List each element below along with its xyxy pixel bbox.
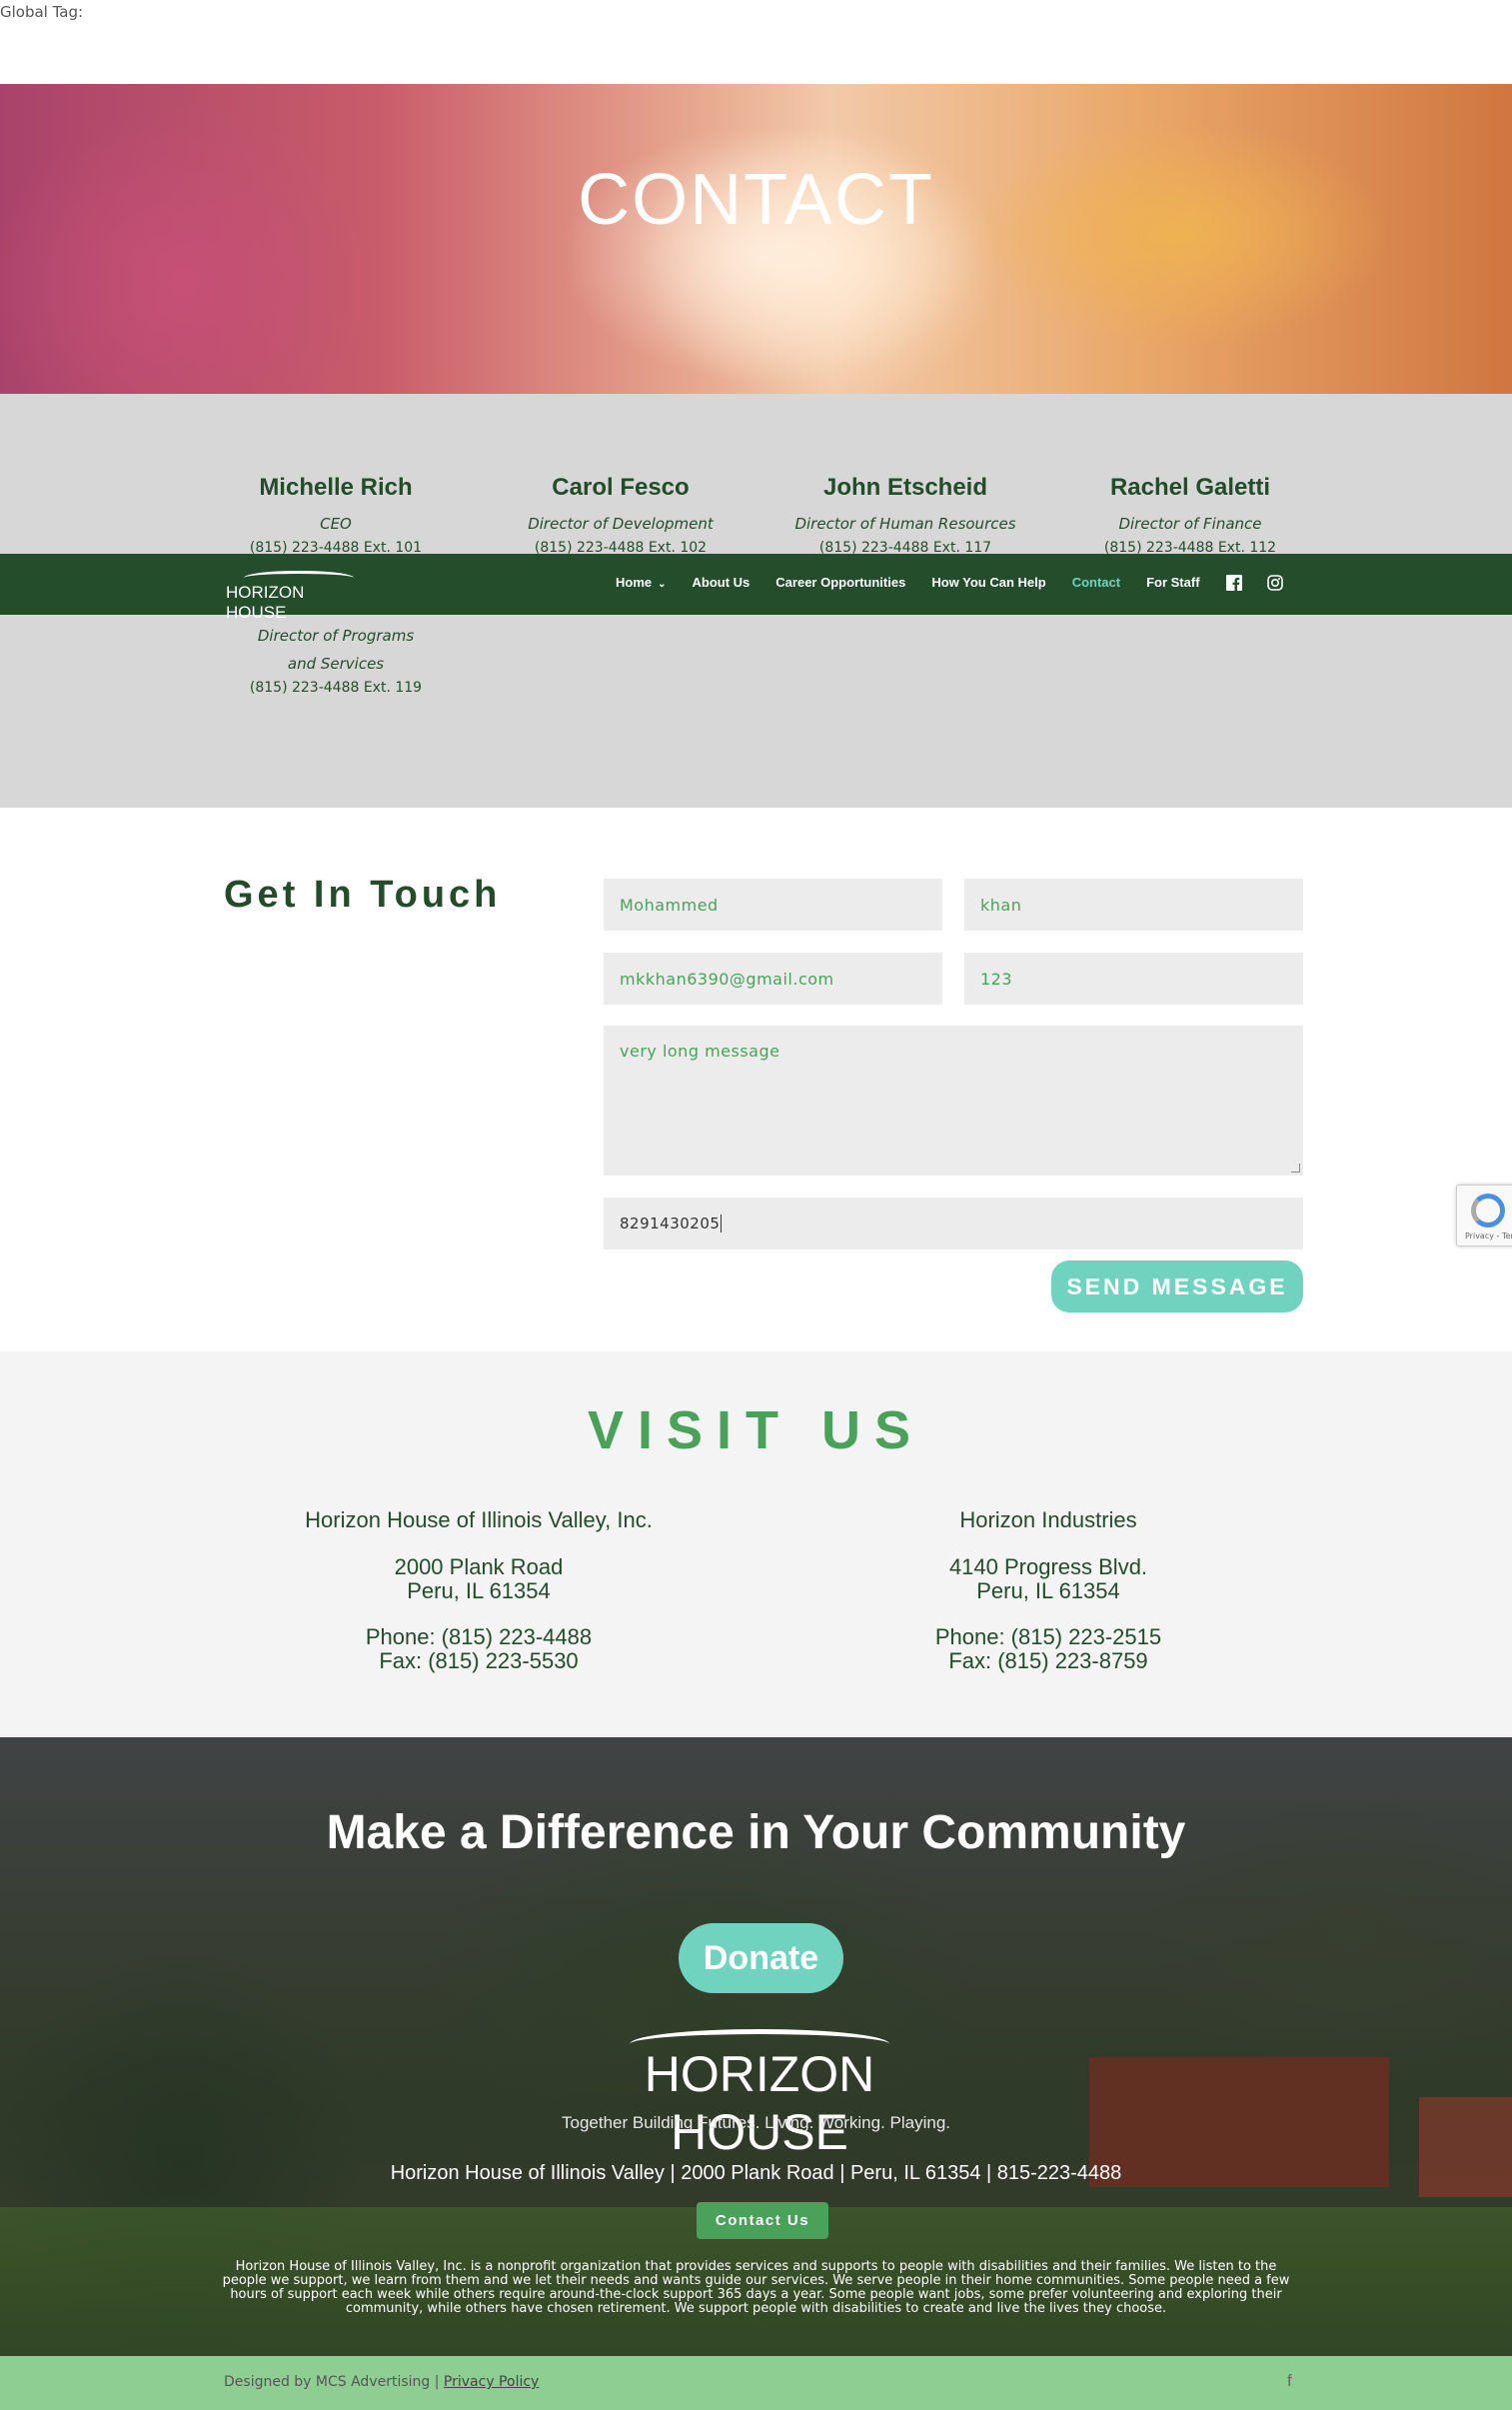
facebook-icon[interactable] — [1226, 574, 1243, 591]
email-field[interactable]: mkkhan6390@gmail.com — [604, 953, 942, 1005]
member-name: John Etscheid — [822, 474, 988, 501]
nav-item-label: Home — [616, 575, 653, 590]
get-in-touch-heading: Get In Touch — [224, 874, 502, 916]
first-name-field[interactable]: Mohammed — [604, 879, 942, 931]
member-role: Director of Human Resources — [794, 515, 1016, 533]
chevron-down-icon: ⌄ — [658, 579, 667, 590]
contact-us-button[interactable]: Contact Us — [697, 2202, 828, 2239]
nav-item-how-you-can-help[interactable]: How You Can Help — [931, 575, 1045, 590]
location-phone[interactable]: Phone: (815) 223-4488 — [229, 1625, 729, 1649]
location-city: Peru, IL 61354 — [976, 1578, 1120, 1603]
footer-heading: Make a Difference in Your Community — [326, 1806, 1186, 1859]
recaptcha-badge[interactable]: Privacy - Terms — [1456, 1185, 1512, 1246]
location-contact: Phone: (815) 223-4488 Fax: (815) 223-553… — [229, 1625, 729, 1673]
nav-menu: Home ⌄ About Us Career Opportunities How … — [616, 574, 1308, 591]
captcha-value: 8291430205 — [620, 1214, 721, 1232]
visit-us-section: VISIT US Horizon House of Illinois Valle… — [0, 1351, 1512, 1737]
bottom-bar: Designed by MCS Advertising | Privacy Po… — [0, 2356, 1512, 2410]
privacy-policy-link[interactable]: Privacy Policy — [444, 2374, 539, 2390]
location-address: 2000 Plank Road Peru, IL 61354 — [229, 1555, 729, 1603]
message-textarea[interactable]: very long message — [604, 1026, 1303, 1176]
location-phone[interactable]: Phone: (815) 223-2515 — [798, 1625, 1298, 1649]
footer-banner: Make a Difference in Your Community Dona… — [0, 1737, 1512, 2356]
location-address: 4140 Progress Blvd. Peru, IL 61354 — [798, 1555, 1298, 1603]
nav-item-about-us[interactable]: About Us — [693, 575, 751, 590]
location-city: Peru, IL 61354 — [407, 1578, 551, 1603]
footer-tagline: Together Building Futures. Living. Worki… — [562, 2113, 950, 2132]
recaptcha-icon — [1471, 1194, 1505, 1227]
team-member: Michelle Rich CEO (815) 223-4488 Ext. 10… — [186, 474, 486, 556]
designed-by-text: Designed by MCS Advertising | — [224, 2374, 440, 2390]
location-block: Horizon House of Illinois Valley, Inc. 2… — [229, 1507, 729, 1673]
message-text: very long message — [620, 1042, 780, 1061]
donate-button[interactable]: Donate — [679, 1923, 843, 1993]
logo-text: HORIZON HOUSE — [644, 2046, 875, 2160]
team-member: John Etscheid Director of Human Resource… — [756, 474, 1055, 556]
member-name: Rachel Galetti — [1109, 474, 1271, 501]
footer-logo: HORIZON HOUSE — [560, 2027, 959, 2160]
member-role: Director of Finance — [1118, 515, 1262, 533]
member-role-line: and Services — [287, 655, 385, 673]
nav-item-home[interactable]: Home ⌄ — [616, 575, 667, 590]
main-navigation: HORIZON HOUSE Home ⌄ About Us Career Oppo… — [0, 554, 1512, 622]
location-fax: Fax: (815) 223-8759 — [948, 1648, 1148, 1673]
member-phone: (815) 223-4488 Ext. 119 — [249, 680, 423, 696]
location-contact: Phone: (815) 223-2515 Fax: (815) 223-875… — [798, 1625, 1298, 1673]
credits: Designed by MCS Advertising | Privacy Po… — [224, 2374, 539, 2390]
location-name: Horizon Industries — [959, 1507, 1137, 1532]
member-role-line: Director of Programs — [257, 627, 415, 645]
nav-item-for-staff[interactable]: For Staff — [1146, 575, 1199, 590]
logo-text: HORIZON HOUSE — [226, 583, 305, 622]
location-name: Horizon House of Illinois Valley, Inc. — [305, 1507, 653, 1532]
resize-handle-icon[interactable] — [1291, 1164, 1300, 1173]
location-fax: Fax: (815) 223-5530 — [379, 1648, 579, 1673]
page-title: CONTACT — [578, 160, 934, 240]
hero-banner: CONTACT — [0, 84, 1512, 394]
location-block: Horizon Industries 4140 Progress Blvd. P… — [798, 1507, 1298, 1673]
last-name-field[interactable]: khan — [964, 879, 1303, 931]
team-member: Rachel Galetti Director of Finance (815)… — [1040, 474, 1340, 556]
nav-item-career-opportunities[interactable]: Career Opportunities — [775, 575, 905, 590]
phone-field[interactable]: 123 — [964, 953, 1303, 1005]
site-logo[interactable]: HORIZON HOUSE — [226, 568, 366, 622]
visit-us-heading: VISIT US — [587, 1400, 925, 1460]
member-name: Michelle Rich — [259, 474, 413, 501]
instagram-icon[interactable] — [1267, 574, 1284, 591]
footer-address: Horizon House of Illinois Valley | 2000 … — [390, 2162, 1122, 2184]
location-street: 4140 Progress Blvd. — [948, 1554, 1148, 1579]
send-message-button[interactable]: SEND MESSAGE — [1051, 1260, 1303, 1312]
text-cursor — [721, 1214, 723, 1232]
recaptcha-text[interactable]: Privacy - Terms — [1465, 1231, 1512, 1240]
footer-about-text: Horizon House of Illinois Valley, Inc. i… — [222, 2259, 1290, 2316]
location-street: 2000 Plank Road — [394, 1554, 564, 1579]
member-name: Carol Fesco — [552, 474, 690, 501]
nav-item-contact[interactable]: Contact — [1072, 575, 1120, 590]
member-role: Director of Development — [528, 515, 714, 533]
captcha-field[interactable]: 8291430205 — [604, 1198, 1303, 1249]
member-role: CEO — [320, 515, 352, 533]
member-role: Director of Programs and Services — [186, 622, 486, 678]
team-member: Carol Fesco Director of Development (815… — [471, 474, 770, 556]
global-tag-label: Global Tag: — [0, 3, 84, 21]
facebook-icon[interactable]: f — [1287, 2371, 1292, 2391]
